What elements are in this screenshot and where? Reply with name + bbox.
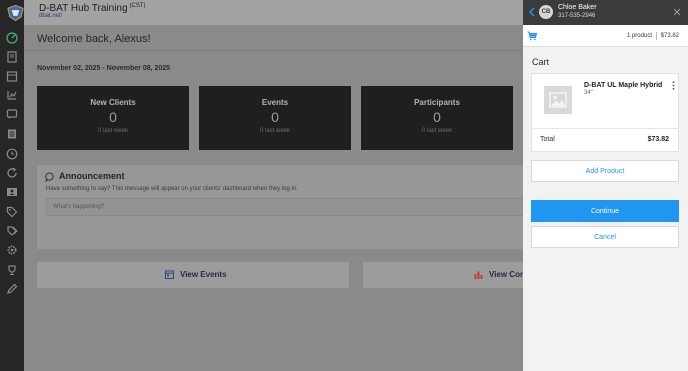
- add-product-button[interactable]: Add Product: [531, 160, 679, 182]
- chart-icon[interactable]: [5, 88, 18, 101]
- close-icon[interactable]: [673, 8, 681, 16]
- cart-item: D-BAT UL Maple Hybrid 34" Total $73.82: [531, 73, 679, 152]
- clock-icon[interactable]: [5, 147, 18, 160]
- org-link[interactable]: dbat.net/: [39, 13, 62, 19]
- customer-phone: 317-535-2946: [558, 13, 596, 19]
- stat-card-participants: Participants 0 0 last week: [361, 86, 513, 150]
- avatar: CB: [539, 5, 553, 19]
- continue-button[interactable]: Continue: [531, 200, 679, 222]
- dashboard-icon[interactable]: [5, 31, 18, 44]
- speech-bubble-icon: [45, 172, 54, 182]
- view-events-button[interactable]: View Events: [37, 262, 349, 288]
- welcome-heading: Welcome back, Alexus!: [37, 33, 151, 45]
- more-options-icon[interactable]: [672, 81, 675, 90]
- stat-title: New Clients: [90, 98, 136, 107]
- trophy-icon[interactable]: [5, 263, 18, 276]
- stat-sub: 0 last week: [259, 128, 290, 134]
- cart-summary-bar: 1 product $73.82: [523, 25, 688, 47]
- stat-value: 0: [109, 109, 117, 125]
- cart-item-count: 1 product: [626, 33, 652, 39]
- announcement-input[interactable]: What's happening?: [46, 198, 537, 216]
- stat-title: Events: [261, 98, 289, 107]
- calendar-icon[interactable]: [5, 69, 18, 82]
- cart-heading: Cart: [532, 57, 550, 67]
- stat-card-events: Events 0 0 last week: [199, 86, 351, 150]
- chat-icon[interactable]: [5, 107, 18, 120]
- org-timezone: (CST): [129, 3, 146, 9]
- stat-value: 0: [271, 109, 279, 125]
- sidebar: [0, 0, 24, 371]
- summary-separator: [656, 32, 657, 40]
- view-contacts-button[interactable]: View Cont: [363, 262, 549, 288]
- announcement-description: Have something to say? This message will…: [46, 186, 298, 192]
- book-icon[interactable]: [5, 50, 18, 63]
- back-arrow-icon[interactable]: [528, 7, 536, 17]
- cancel-button[interactable]: Cancel: [531, 226, 679, 248]
- calendar-icon: [165, 270, 174, 279]
- view-events-label: View Events: [180, 270, 227, 279]
- tag-icon[interactable]: [5, 205, 18, 218]
- item-divider: [532, 128, 678, 129]
- id-card-icon[interactable]: [5, 185, 18, 198]
- list-icon[interactable]: [5, 127, 18, 140]
- edit-icon[interactable]: [5, 282, 18, 295]
- refresh-icon[interactable]: [5, 166, 18, 179]
- stat-title: Participants: [414, 98, 460, 107]
- cart-panel: CB Chloe Baker 317-535-2946 1 product $7…: [523, 0, 688, 371]
- stat-card-new-clients: New Clients 0 0 last week: [37, 86, 189, 150]
- product-name: D-BAT UL Maple Hybrid: [584, 82, 663, 89]
- image-placeholder-icon: [549, 92, 567, 108]
- gear-icon[interactable]: [5, 243, 18, 256]
- tags-icon[interactable]: [5, 224, 18, 237]
- customer-header: CB Chloe Baker 317-535-2946: [523, 0, 688, 25]
- cart-summary-total: $73.82: [660, 33, 679, 39]
- customer-name: Chloe Baker: [558, 4, 597, 11]
- cart-icon[interactable]: [527, 31, 537, 41]
- product-image: [544, 86, 572, 114]
- stat-value: 0: [433, 109, 441, 125]
- stat-sub: 0 last week: [97, 128, 128, 134]
- total-value: $73.82: [647, 136, 669, 143]
- announcement-card: Announcement Have something to say? This…: [37, 165, 537, 249]
- total-label: Total: [540, 136, 555, 143]
- shield-logo-icon[interactable]: [6, 4, 25, 22]
- bar-chart-icon: [474, 271, 483, 279]
- view-contacts-label: View Cont: [489, 270, 528, 279]
- product-variant: 34": [584, 90, 593, 96]
- announcement-title: Announcement: [59, 171, 125, 181]
- stat-sub: 0 last week: [421, 128, 452, 134]
- date-range[interactable]: November 02, 2025 - November 08, 2025: [37, 65, 170, 72]
